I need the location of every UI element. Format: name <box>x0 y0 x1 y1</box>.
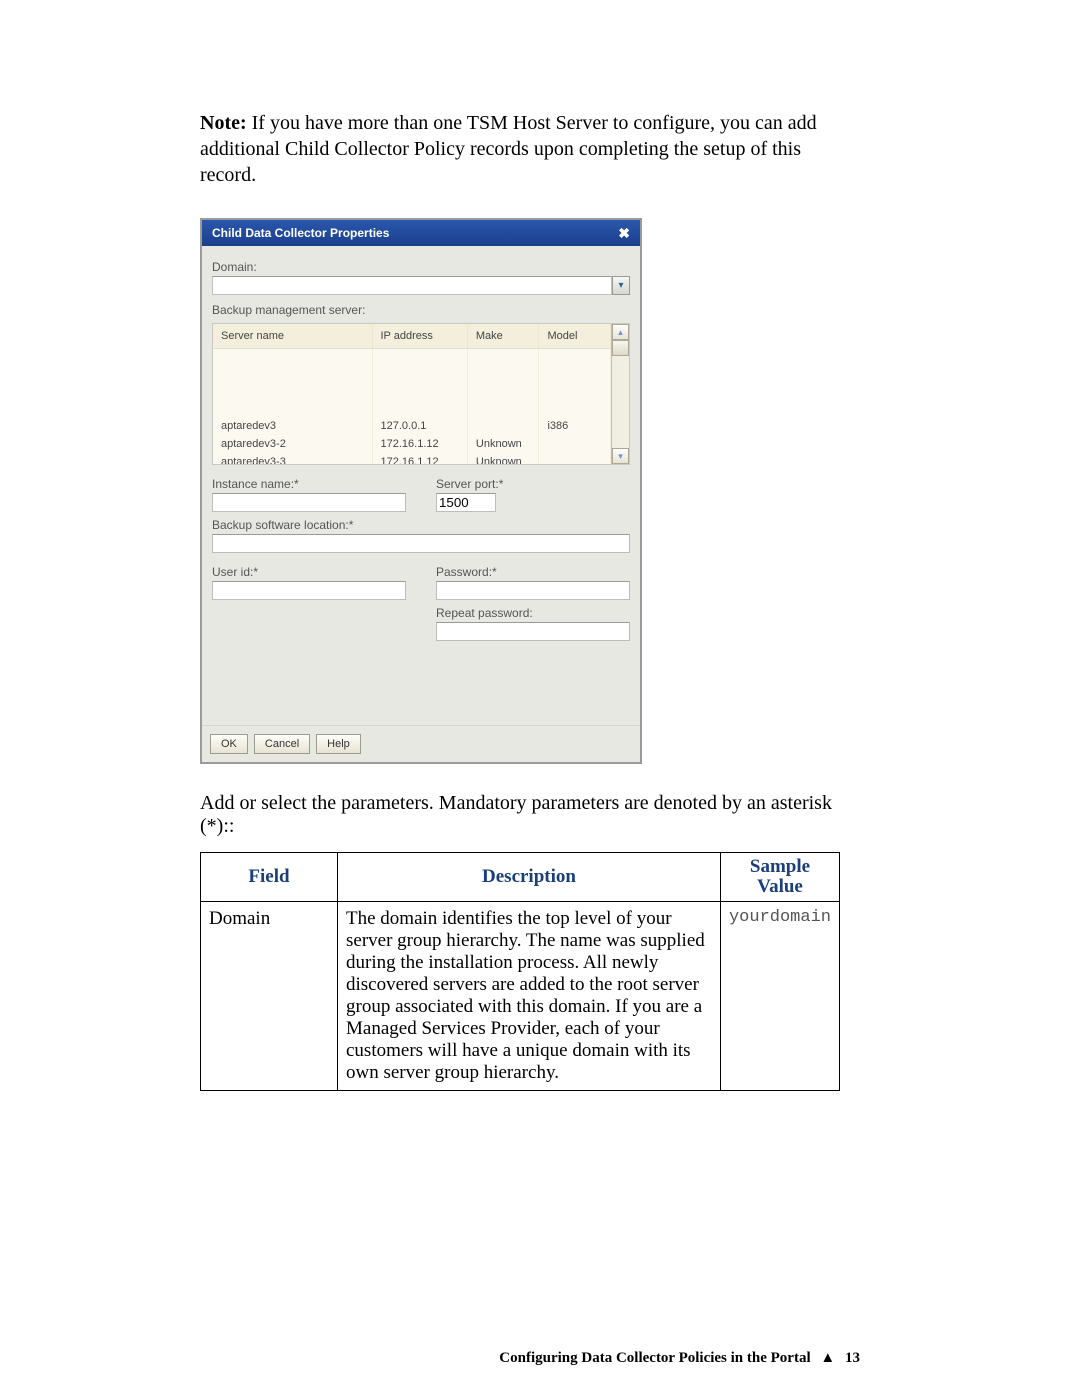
table-row: Domain The domain identifies the top lev… <box>201 901 840 1090</box>
sample-cell: yourdomain <box>720 901 839 1090</box>
scroll-track[interactable] <box>612 340 629 448</box>
cell-ip: 127.0.0.1 <box>372 417 467 435</box>
domain-input[interactable] <box>212 276 612 295</box>
scroll-thumb[interactable] <box>612 340 629 356</box>
instance-name-label: Instance name:* <box>212 477 406 491</box>
help-button[interactable]: Help <box>316 734 361 754</box>
password-input[interactable] <box>436 581 630 600</box>
user-id-input[interactable] <box>212 581 406 600</box>
server-table[interactable]: Server name IP address Make Model aptare… <box>213 324 611 464</box>
chevron-down-icon: ▾ <box>618 280 623 291</box>
server-port-label: Server port:* <box>436 477 630 491</box>
cell-make: Unknown <box>467 453 539 464</box>
table-row[interactable] <box>213 349 611 384</box>
backup-sw-loc-input[interactable] <box>212 534 630 553</box>
cell-model <box>539 435 611 453</box>
table-row[interactable] <box>213 383 611 417</box>
col-model: Model <box>539 324 611 349</box>
server-list-panel: Server name IP address Make Model aptare… <box>212 323 630 465</box>
field-cell: Domain <box>201 901 338 1090</box>
repeat-password-label: Repeat password: <box>436 606 630 620</box>
triangle-up-icon: ▲ <box>820 1350 835 1367</box>
instance-name-input[interactable] <box>212 493 406 512</box>
field-description-table: Field Description Sample Value Domain Th… <box>200 852 840 1091</box>
dialog-body: Domain: ▾ Backup management server: Serv… <box>202 246 640 725</box>
cancel-button[interactable]: Cancel <box>254 734 310 754</box>
child-collector-dialog: Child Data Collector Properties ✖ Domain… <box>200 218 642 764</box>
backup-mgmt-label: Backup management server: <box>212 303 630 317</box>
domain-dropdown-button[interactable]: ▾ <box>612 276 630 295</box>
backup-sw-loc-label: Backup software location:* <box>212 518 630 532</box>
ok-button[interactable]: OK <box>210 734 248 754</box>
dialog-title: Child Data Collector Properties <box>212 226 389 240</box>
instruction-text: Add or select the parameters. Mandatory … <box>200 792 860 838</box>
dialog-button-bar: OK Cancel Help <box>202 725 640 762</box>
scroll-up-icon[interactable]: ▴ <box>612 324 629 340</box>
col-server-name: Server name <box>213 324 372 349</box>
cell-model: i386 <box>539 417 611 435</box>
col-make: Make <box>467 324 539 349</box>
table-row[interactable]: aptaredev3 127.0.0.1 i386 <box>213 417 611 435</box>
domain-label: Domain: <box>212 260 630 274</box>
note-text: If you have more than one TSM Host Serve… <box>200 112 817 186</box>
cell-name: aptaredev3-3 <box>213 453 372 464</box>
repeat-password-input[interactable] <box>436 622 630 641</box>
scroll-down-icon[interactable]: ▾ <box>612 448 629 464</box>
close-icon[interactable]: ✖ <box>618 226 630 240</box>
cell-name: aptaredev3-2 <box>213 435 372 453</box>
cell-ip: 172.16.1.12 <box>372 435 467 453</box>
table-row[interactable]: aptaredev3-2 172.16.1.12 Unknown <box>213 435 611 453</box>
note-label: Note: <box>200 112 247 134</box>
dialog-titlebar: Child Data Collector Properties ✖ <box>202 220 640 246</box>
cell-make <box>467 417 539 435</box>
cell-make: Unknown <box>467 435 539 453</box>
vertical-scrollbar[interactable]: ▴ ▾ <box>611 324 629 464</box>
col-description: Description <box>338 853 721 902</box>
cell-model <box>539 453 611 464</box>
note-paragraph: Note: If you have more than one TSM Host… <box>200 110 860 188</box>
page-footer: Configuring Data Collector Policies in t… <box>499 1350 860 1367</box>
server-port-input[interactable] <box>436 493 496 512</box>
password-label: Password:* <box>436 565 630 579</box>
document-page: Note: If you have more than one TSM Host… <box>0 0 1080 1397</box>
server-table-header-row: Server name IP address Make Model <box>213 324 611 349</box>
col-sample: Sample Value <box>720 853 839 902</box>
user-id-label: User id:* <box>212 565 406 579</box>
footer-title: Configuring Data Collector Policies in t… <box>499 1350 810 1366</box>
col-ip: IP address <box>372 324 467 349</box>
table-row[interactable]: aptaredev3-3 172.16.1.12 Unknown <box>213 453 611 464</box>
col-field: Field <box>201 853 338 902</box>
description-cell: The domain identifies the top level of y… <box>338 901 721 1090</box>
cell-ip: 172.16.1.12 <box>372 453 467 464</box>
cell-name: aptaredev3 <box>213 417 372 435</box>
page-number: 13 <box>845 1350 860 1366</box>
